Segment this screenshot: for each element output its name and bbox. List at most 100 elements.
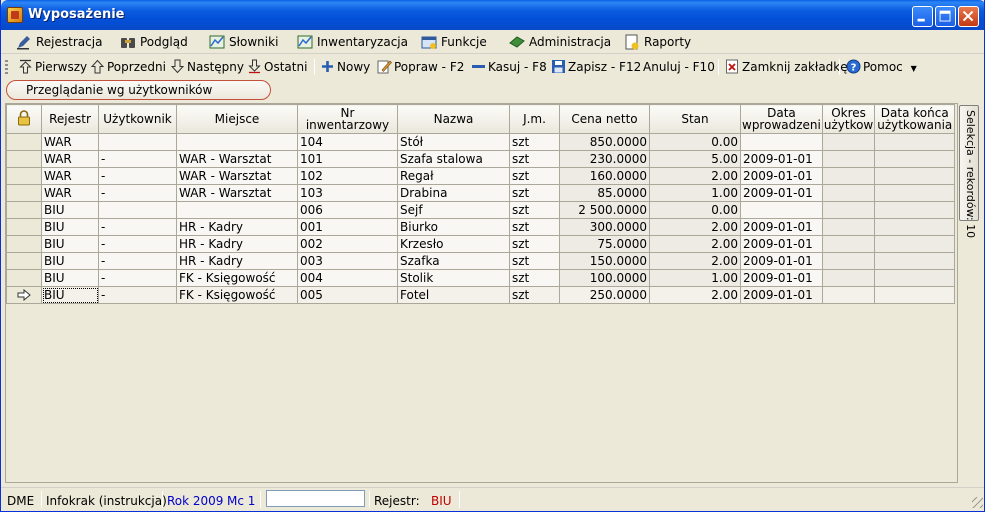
data-konca-cell[interactable]: [874, 167, 956, 185]
column-header-nazwa[interactable]: Nazwa: [397, 104, 510, 134]
jm-cell[interactable]: szt: [509, 167, 560, 185]
stan-cell[interactable]: 2.00: [649, 167, 741, 185]
column-header-okres-uzytkowania[interactable]: Okres użytkow: [821, 104, 876, 134]
data-wprowadzenia-cell[interactable]: 2009-01-01: [740, 286, 823, 304]
data-wprowadzenia-cell[interactable]: 2009-01-01: [740, 218, 823, 236]
menu-raporty[interactable]: Raporty: [624, 33, 691, 51]
stan-cell[interactable]: 2.00: [649, 286, 741, 304]
rejestr-cell[interactable]: BIU: [41, 286, 99, 304]
menu-inwentaryzacja[interactable]: Inwentaryzacja: [297, 33, 408, 51]
row-selector[interactable]: [6, 167, 42, 185]
data-konca-cell[interactable]: [874, 252, 956, 270]
stan-cell[interactable]: 2.00: [649, 218, 741, 236]
uzytkownik-cell[interactable]: -: [98, 218, 177, 236]
stan-cell[interactable]: 2.00: [649, 252, 741, 270]
title-bar[interactable]: Wyposażenie: [1, 0, 984, 30]
uzytkownik-cell[interactable]: -: [98, 150, 177, 168]
uzytkownik-cell[interactable]: -: [98, 235, 177, 253]
nr-inwentarzowy-cell[interactable]: 006: [297, 201, 398, 219]
uzytkownik-cell[interactable]: -: [98, 286, 177, 304]
close-tab-button[interactable]: Zamknij zakładkę: [725, 58, 848, 76]
uzytkownik-cell[interactable]: -: [98, 184, 177, 202]
miejsce-cell[interactable]: [176, 201, 298, 219]
data-wprowadzenia-cell[interactable]: 2009-01-01: [740, 150, 823, 168]
okres-uzytkowania-cell[interactable]: [821, 167, 876, 185]
nr-inwentarzowy-cell[interactable]: 003: [297, 252, 398, 270]
row-selector[interactable]: [6, 150, 42, 168]
data-wprowadzenia-cell[interactable]: 2009-01-01: [740, 235, 823, 253]
data-wprowadzenia-cell[interactable]: 2009-01-01: [740, 184, 823, 202]
jm-cell[interactable]: szt: [509, 133, 560, 151]
data-wprowadzenia-cell[interactable]: 2009-01-01: [740, 167, 823, 185]
nr-inwentarzowy-cell[interactable]: 004: [297, 269, 398, 287]
nazwa-cell[interactable]: Drabina: [397, 184, 510, 202]
nazwa-cell[interactable]: Stół: [397, 133, 510, 151]
jm-cell[interactable]: szt: [509, 252, 560, 270]
selection-side-tab[interactable]: Selekcja - rekordów: 10: [959, 105, 979, 238]
column-header-rejestr[interactable]: Rejestr: [41, 104, 99, 134]
jm-cell[interactable]: szt: [509, 150, 560, 168]
data-konca-cell[interactable]: [874, 150, 956, 168]
miejsce-cell[interactable]: FK - Księgowość: [176, 286, 298, 304]
nazwa-cell[interactable]: Szafa stalowa: [397, 150, 510, 168]
okres-uzytkowania-cell[interactable]: [821, 252, 876, 270]
okres-uzytkowania-cell[interactable]: [821, 286, 876, 304]
rejestr-cell[interactable]: WAR: [41, 133, 99, 151]
okres-uzytkowania-cell[interactable]: [821, 184, 876, 202]
table-row[interactable]: BIU - HR - Kadry 003 Szafka szt 150.0000 2.00 20…: [6, 252, 956, 270]
new-button[interactable]: Nowy: [320, 58, 370, 76]
nr-inwentarzowy-cell[interactable]: 002: [297, 235, 398, 253]
row-selector[interactable]: [6, 269, 42, 287]
miejsce-cell[interactable]: HR - Kadry: [176, 235, 298, 253]
miejsce-cell[interactable]: FK - Księgowość: [176, 269, 298, 287]
nazwa-cell[interactable]: Krzesło: [397, 235, 510, 253]
okres-uzytkowania-cell[interactable]: [821, 201, 876, 219]
table-row[interactable]: BIU 006 Sejf szt 2 500.0000 0.00: [6, 201, 956, 219]
close-button[interactable]: [958, 6, 979, 27]
miejsce-cell[interactable]: HR - Kadry: [176, 252, 298, 270]
table-row[interactable]: BIU - HR - Kadry 001 Biurko szt 300.0000 2.00 20…: [6, 218, 956, 236]
data-konca-cell[interactable]: [874, 218, 956, 236]
data-wprowadzenia-cell[interactable]: [740, 201, 823, 219]
cena-netto-cell[interactable]: 100.0000: [559, 269, 650, 287]
column-header-data-wprowadzenia[interactable]: Data wprowadzeni: [740, 104, 823, 134]
maximize-button[interactable]: [935, 6, 956, 27]
jm-cell[interactable]: szt: [509, 235, 560, 253]
rejestr-cell[interactable]: BIU: [41, 269, 99, 287]
column-header-uzytkownik[interactable]: Użytkownik: [98, 104, 177, 134]
row-selector[interactable]: [6, 184, 42, 202]
table-row[interactable]: WAR - WAR - Warsztat 103 Drabina szt 85.0000 1.…: [6, 184, 956, 202]
table-row[interactable]: BIU - HR - Kadry 002 Krzesło szt 75.0000 2.00 20…: [6, 235, 956, 253]
nazwa-cell[interactable]: Biurko: [397, 218, 510, 236]
column-header-nr-inwentarzowy[interactable]: Nr inwentarzowy: [297, 104, 398, 134]
data-konca-cell[interactable]: [874, 286, 956, 304]
cena-netto-cell[interactable]: 75.0000: [559, 235, 650, 253]
rejestr-cell[interactable]: WAR: [41, 150, 99, 168]
data-konca-cell[interactable]: [874, 184, 956, 202]
jm-cell[interactable]: szt: [509, 218, 560, 236]
nr-inwentarzowy-cell[interactable]: 005: [297, 286, 398, 304]
row-selector[interactable]: [6, 133, 42, 151]
cena-netto-cell[interactable]: 160.0000: [559, 167, 650, 185]
okres-uzytkowania-cell[interactable]: [821, 150, 876, 168]
delete-button[interactable]: Kasuj - F8: [471, 58, 547, 76]
jm-cell[interactable]: szt: [509, 184, 560, 202]
app-icon[interactable]: [7, 7, 23, 23]
row-selector[interactable]: [6, 286, 42, 304]
nr-inwentarzowy-cell[interactable]: 001: [297, 218, 398, 236]
data-konca-cell[interactable]: [874, 269, 956, 287]
uzytkownik-cell[interactable]: [98, 201, 177, 219]
menu-rejestracja[interactable]: Rejestracja: [16, 33, 102, 51]
row-selector[interactable]: [6, 201, 42, 219]
stan-cell[interactable]: 0.00: [649, 133, 741, 151]
stan-cell[interactable]: 5.00: [649, 150, 741, 168]
nr-inwentarzowy-cell[interactable]: 102: [297, 167, 398, 185]
nr-inwentarzowy-cell[interactable]: 104: [297, 133, 398, 151]
miejsce-cell[interactable]: WAR - Warsztat: [176, 184, 298, 202]
column-header-cena-netto[interactable]: Cena netto: [559, 104, 650, 134]
data-wprowadzenia-cell[interactable]: 2009-01-01: [740, 269, 823, 287]
cena-netto-cell[interactable]: 85.0000: [559, 184, 650, 202]
rejestr-cell[interactable]: BIU: [41, 235, 99, 253]
nazwa-cell[interactable]: Sejf: [397, 201, 510, 219]
okres-uzytkowania-cell[interactable]: [821, 235, 876, 253]
